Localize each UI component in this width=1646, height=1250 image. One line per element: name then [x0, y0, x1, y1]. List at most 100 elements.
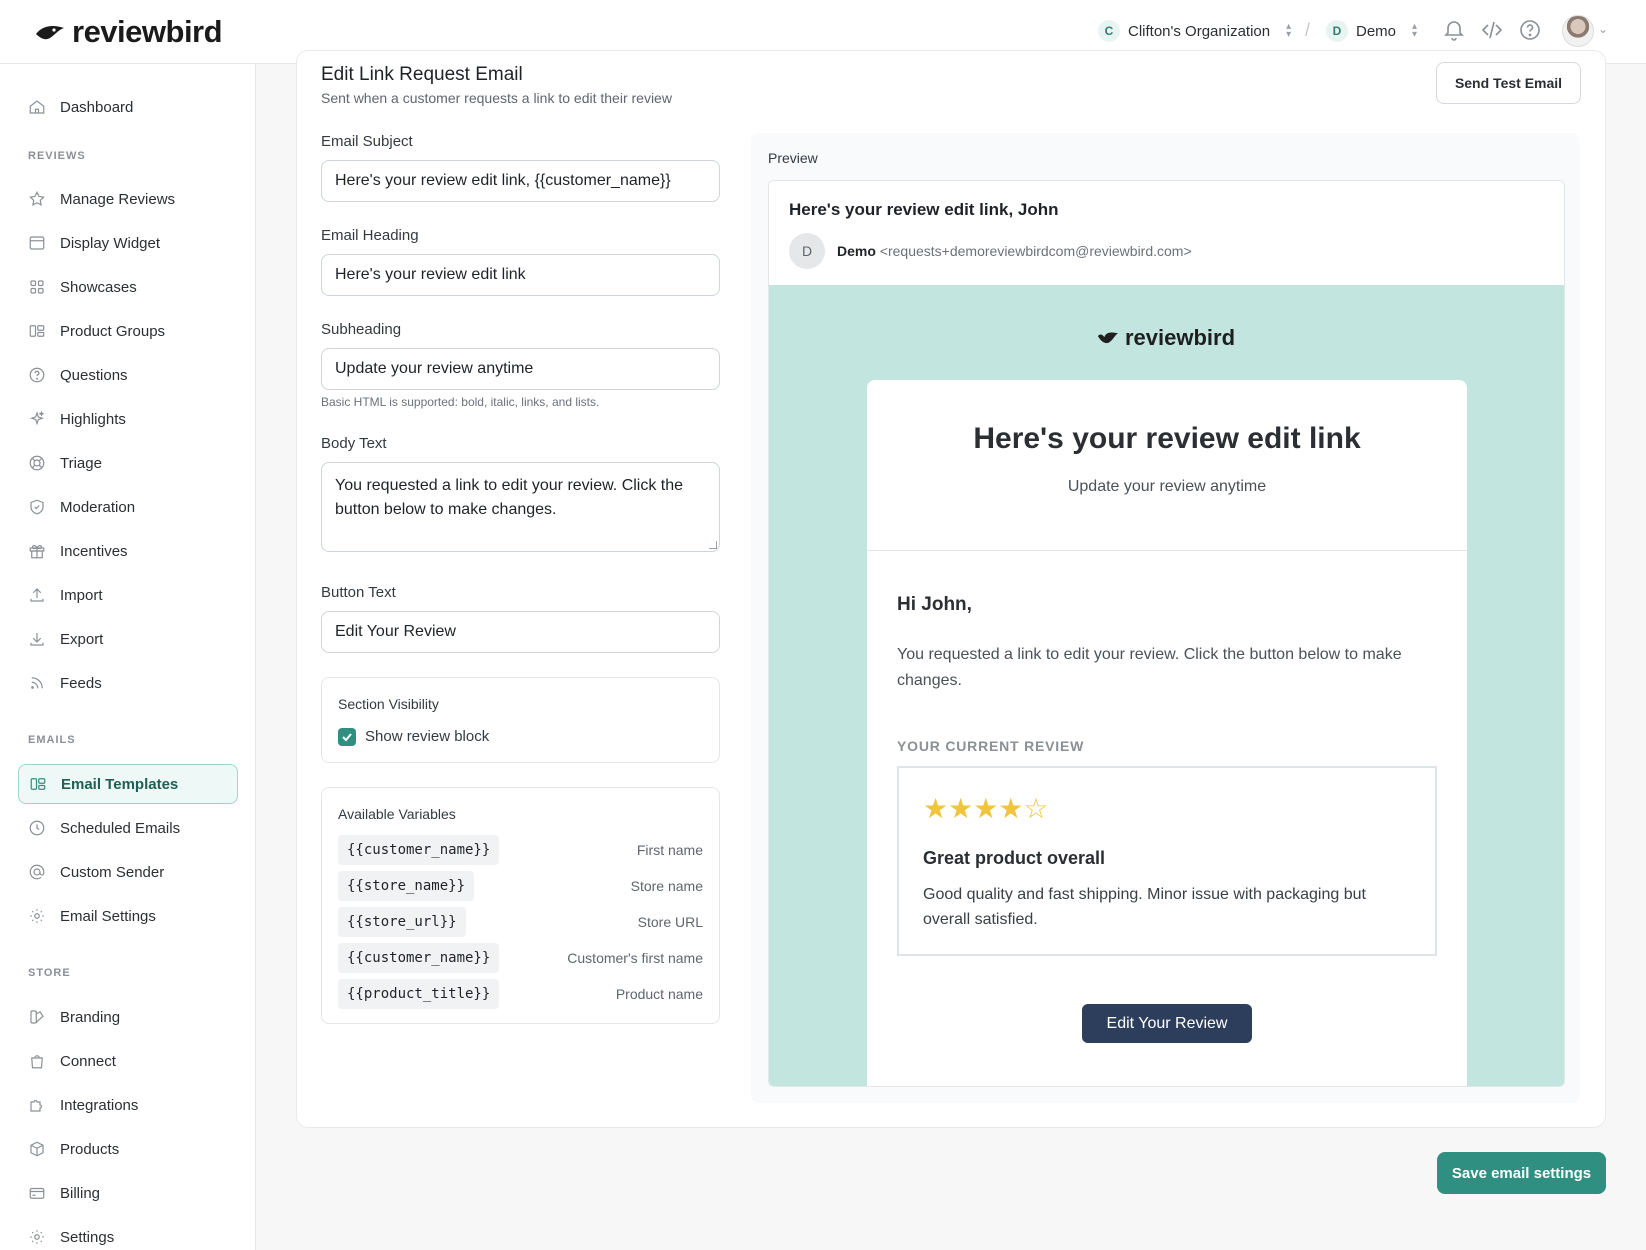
available-variables-panel: Available Variables {{customer_name}} Fi… [321, 787, 720, 1024]
sidebar-item-connect[interactable]: Connect [18, 1041, 238, 1081]
organization-switcher[interactable]: C Clifton's Organization ▴ ▾ [1098, 20, 1291, 42]
sidebar-item-label: Highlights [60, 410, 126, 428]
variable-code[interactable]: {{customer_name}} [338, 943, 500, 973]
sidebar-item-label: Import [60, 586, 103, 604]
clock-icon [29, 820, 45, 836]
sidebar-item-feeds[interactable]: Feeds [18, 663, 238, 703]
project-name: Demo [1356, 22, 1397, 40]
sidebar-item-showcases[interactable]: Showcases [18, 267, 238, 307]
sidebar-item-label: Product Groups [60, 322, 166, 340]
sidebar-item-label: Integrations [60, 1096, 139, 1114]
subheading-input[interactable]: Update your review anytime [321, 348, 720, 390]
sidebar-item-highlights[interactable]: Highlights [18, 399, 238, 439]
sidebar-item-label: Display Widget [60, 234, 161, 252]
project-switcher[interactable]: D Demo ▴ ▾ [1326, 20, 1417, 42]
variable-row: {{store_name}} Store name [338, 871, 703, 901]
variable-description: First name [636, 842, 703, 858]
variable-code[interactable]: {{product_title}} [338, 979, 500, 1009]
brand-logo[interactable]: reviewbird [34, 14, 223, 50]
gear-icon [30, 1230, 44, 1244]
page-title: Edit Link Request Email [321, 64, 523, 85]
groups-icon [29, 325, 45, 337]
sidebar-item-label: Showcases [60, 278, 137, 296]
org-name: Clifton's Organization [1128, 22, 1271, 40]
resize-handle[interactable] [709, 541, 717, 549]
preview-subheading: Update your review anytime [1067, 478, 1267, 495]
sidebar-item-label: Custom Sender [60, 863, 165, 881]
sidebar-item-label: Triage [60, 454, 102, 472]
sidebar-item-questions[interactable]: Questions [18, 355, 238, 395]
user-avatar[interactable] [1562, 15, 1594, 47]
sidebar-item-custom-sender[interactable]: Custom Sender [18, 852, 238, 892]
help-icon[interactable] [1518, 18, 1542, 42]
sidebar-item-email-templates[interactable]: Email Templates [18, 764, 238, 804]
page-subtitle: Sent when a customer requests a link to … [321, 90, 672, 106]
sidebar-item-email-settings[interactable]: Email Settings [18, 896, 238, 936]
body-text-area[interactable]: You requested a link to edit your review… [321, 462, 720, 552]
section-label-store: STORE [28, 967, 71, 979]
sidebar-item-settings[interactable]: Settings [18, 1217, 238, 1250]
sidebar-item-manage-reviews[interactable]: Manage Reviews [18, 179, 238, 219]
body-text-value: You requested a link to edit your review… [335, 477, 684, 518]
email-heading-input[interactable]: Here's your review edit link [321, 254, 720, 296]
section-label-reviews: REVIEWS [28, 150, 86, 162]
shield-icon [30, 499, 44, 515]
section-visibility-panel: Section Visibility Show review block [321, 677, 720, 763]
sidebar-item-label: Scheduled Emails [60, 819, 181, 837]
preview-greeting: Hi John, [897, 594, 972, 615]
preview-body-text: You requested a link to edit your review… [897, 646, 1402, 689]
box-icon [30, 1141, 44, 1157]
sidebar: Dashboard REVIEWS Manage Reviews Display… [0, 64, 256, 1250]
show-review-block-checkbox[interactable] [338, 728, 356, 746]
star-rating: ★★★★☆ [923, 793, 1049, 824]
sidebar-item-product-groups[interactable]: Product Groups [18, 311, 238, 351]
edit-review-cta-button[interactable]: Edit Your Review [1082, 1004, 1252, 1043]
sidebar-item-integrations[interactable]: Integrations [18, 1085, 238, 1125]
chevron-down-icon[interactable]: ⌄ [1598, 22, 1608, 36]
email-subject-value: Here's your review edit link, {{customer… [335, 172, 671, 189]
puzzle-icon [30, 1099, 43, 1112]
sidebar-item-export[interactable]: Export [18, 619, 238, 659]
org-avatar: C [1098, 20, 1120, 42]
html-support-hint: Basic HTML is supported: bold, italic, l… [321, 395, 600, 409]
sidebar-item-label: Export [60, 630, 104, 648]
bell-icon[interactable] [1442, 18, 1466, 42]
sidebar-item-products[interactable]: Products [18, 1129, 238, 1169]
bird-logo-icon [1097, 332, 1119, 344]
current-review-label: YOUR CURRENT REVIEW [897, 738, 1085, 754]
sparkle-icon [29, 410, 45, 426]
sidebar-item-label: Feeds [60, 674, 102, 692]
email-subject-input[interactable]: Here's your review edit link, {{customer… [321, 160, 720, 202]
sidebar-item-triage[interactable]: Triage [18, 443, 238, 483]
save-email-settings-button[interactable]: Save email settings [1437, 1152, 1606, 1194]
palette-icon [30, 1010, 44, 1024]
variable-code[interactable]: {{store_url}} [338, 907, 466, 937]
variable-code[interactable]: {{store_name}} [338, 871, 475, 901]
code-icon[interactable] [1480, 18, 1504, 42]
review-text: Good quality and fast shipping. Minor is… [923, 886, 1366, 928]
variable-description: Store URL [637, 914, 703, 930]
email-content-card: Here's your review edit link Update your… [867, 380, 1467, 1086]
sidebar-item-scheduled-emails[interactable]: Scheduled Emails [18, 808, 238, 848]
sidebar-item-label: Moderation [60, 498, 136, 516]
question-icon [29, 367, 45, 383]
send-test-email-button[interactable]: Send Test Email [1436, 62, 1581, 104]
sidebar-item-dashboard[interactable]: Dashboard [18, 87, 238, 127]
sidebar-item-incentives[interactable]: Incentives [18, 531, 238, 571]
show-review-block-label[interactable]: Show review block [365, 728, 489, 745]
at-icon [29, 864, 45, 880]
preview-label: Preview [768, 150, 818, 166]
sidebar-item-import[interactable]: Import [18, 575, 238, 615]
sidebar-item-label: Dashboard [60, 98, 134, 116]
sidebar-item-billing[interactable]: Billing [18, 1173, 238, 1213]
variable-code[interactable]: {{customer_name}} [338, 835, 500, 865]
preview-subject: Here's your review edit link, John [789, 200, 1059, 219]
sidebar-item-branding[interactable]: Branding [18, 997, 238, 1037]
email-subject-label: Email Subject [321, 133, 413, 150]
button-text-input[interactable]: Edit Your Review [321, 611, 720, 653]
sidebar-item-moderation[interactable]: Moderation [18, 487, 238, 527]
window-icon [29, 236, 45, 250]
sidebar-item-display-widget[interactable]: Display Widget [18, 223, 238, 263]
rss-icon [31, 677, 43, 689]
review-title: Great product overall [923, 848, 1106, 868]
